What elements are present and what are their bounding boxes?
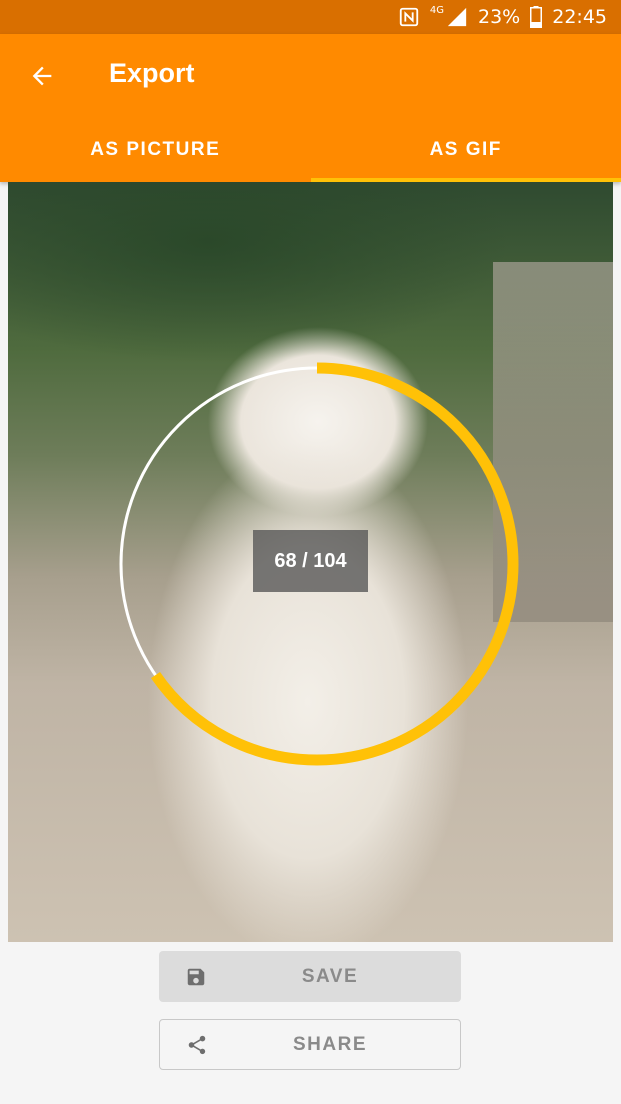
back-button[interactable]: [20, 54, 64, 98]
save-button[interactable]: SAVE: [159, 951, 461, 1002]
status-bar: 4G 23% 22:45: [0, 0, 621, 34]
share-icon: [188, 1035, 206, 1054]
app-bar: Export AS PICTURE AS GIF: [0, 34, 621, 182]
tab-as-gif[interactable]: AS GIF: [311, 118, 621, 182]
clock: 22:45: [552, 6, 607, 28]
battery-percent: 23%: [478, 6, 521, 28]
page-title: Export: [109, 58, 195, 88]
network-type: 4G: [429, 5, 444, 16]
battery-icon: [530, 6, 543, 28]
signal-indicator: 4G: [430, 6, 468, 28]
nfc-icon: [398, 6, 420, 28]
share-button[interactable]: SHARE: [159, 1019, 461, 1070]
signal-icon: [447, 7, 467, 27]
arrow-back-icon: [32, 66, 52, 86]
frame-counter: 68 / 104: [253, 530, 368, 592]
save-icon: [187, 968, 205, 985]
tab-as-picture[interactable]: AS PICTURE: [0, 118, 311, 182]
tab-bar: AS PICTURE AS GIF: [0, 118, 621, 182]
